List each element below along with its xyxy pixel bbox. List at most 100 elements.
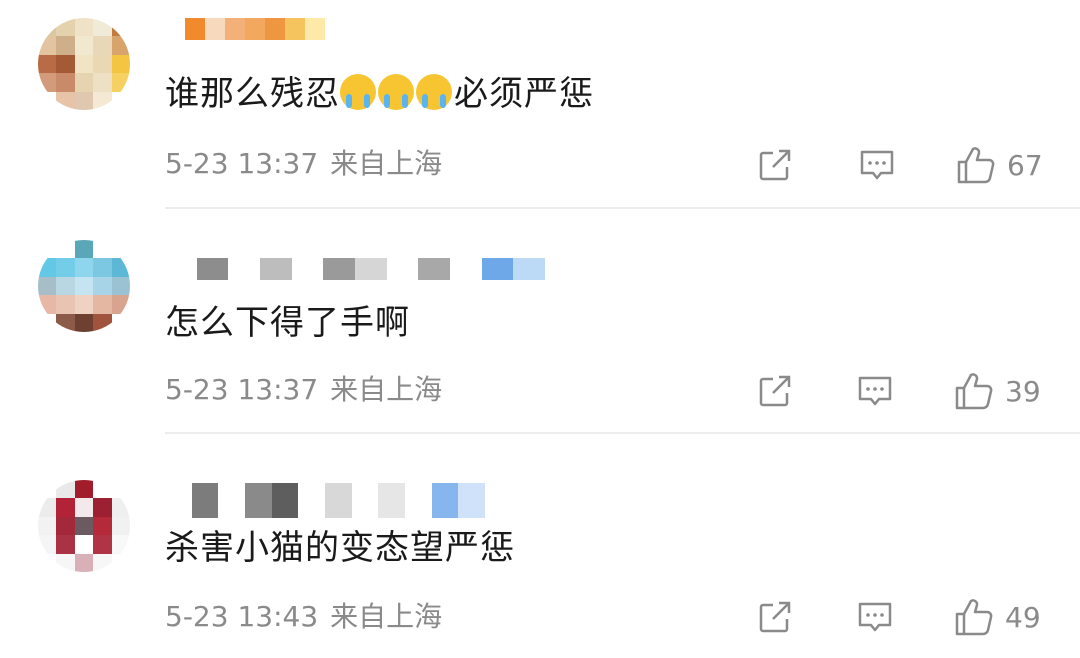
- divider: [165, 207, 1080, 209]
- like-button[interactable]: 67: [955, 145, 1043, 185]
- avatar-pixel: [38, 54, 57, 74]
- avatar-pixel: [38, 91, 57, 110]
- avatar-pixel: [111, 276, 130, 296]
- avatar-pixel: [111, 516, 130, 536]
- username-pixel: [449, 258, 482, 280]
- avatar-pixel: [56, 73, 75, 92]
- avatar-pixel: [93, 553, 112, 572]
- comment-text: 怎么下得了手啊: [165, 303, 410, 343]
- thumbs-up-icon: [955, 373, 993, 410]
- avatar-pixel: [111, 36, 130, 55]
- username-pixel: [418, 258, 450, 280]
- avatar-pixel: [93, 276, 112, 296]
- avatar-pixel: [93, 516, 112, 536]
- avatar-pixel: [111, 553, 130, 572]
- avatar-pixel: [56, 313, 75, 332]
- avatar-pixel: [38, 36, 57, 55]
- comment-text: 杀害小猫的变态望严惩: [165, 528, 515, 568]
- avatar-pixel: [74, 258, 94, 277]
- avatar-pixel: [93, 258, 112, 277]
- username-pixel: [228, 258, 260, 280]
- username-pixel: [386, 258, 419, 280]
- avatar-pixel: [56, 480, 75, 499]
- username-pixel: [458, 483, 485, 518]
- thumbs-up-icon: [957, 147, 995, 184]
- avatar-pixel: [56, 258, 75, 277]
- like-count: 39: [1005, 374, 1041, 408]
- divider: [165, 432, 1080, 434]
- avatar-pixel: [56, 18, 75, 37]
- crying-face-emoji-icon: [416, 74, 452, 110]
- avatar[interactable]: [38, 18, 130, 110]
- avatar-pixel: [38, 535, 57, 554]
- username-blurred[interactable]: [165, 18, 325, 40]
- username-pixel: [285, 18, 305, 40]
- avatar-pixel: [74, 91, 94, 110]
- share-icon: [759, 375, 791, 407]
- avatar-pixel: [56, 516, 75, 536]
- reply-button[interactable]: [855, 597, 895, 637]
- comment-time: 5-23 13:37: [165, 147, 319, 180]
- username-pixel: [323, 258, 355, 280]
- comment-item: 杀害小猫的变态望严惩 5-23 13:43 来自上海 49: [0, 435, 1080, 658]
- comment-meta: 5-23 13:43 来自上海: [165, 601, 442, 633]
- avatar-pixel: [74, 553, 94, 572]
- avatar-pixel: [93, 18, 112, 37]
- reply-button[interactable]: [857, 145, 897, 185]
- comment-location: 来自上海: [330, 600, 443, 633]
- avatar-pixel: [74, 36, 94, 55]
- avatar-pixel: [56, 276, 75, 296]
- share-button[interactable]: [755, 597, 795, 637]
- avatar-pixel: [111, 480, 130, 499]
- avatar-pixel: [93, 54, 112, 74]
- avatar-pixel: [56, 535, 75, 554]
- avatar-pixel: [74, 276, 94, 296]
- avatar[interactable]: [38, 240, 130, 332]
- avatar-pixel: [74, 18, 94, 37]
- avatar-pixel: [38, 276, 57, 296]
- like-button[interactable]: 49: [953, 597, 1041, 637]
- share-icon: [759, 149, 791, 181]
- username-pixel: [218, 483, 245, 518]
- comment-actions: 67: [755, 145, 1055, 185]
- username-pixel: [225, 18, 245, 40]
- avatar-pixel: [56, 36, 75, 55]
- comment-location: 来自上海: [330, 147, 443, 180]
- username-pixel: [205, 18, 225, 40]
- username-blurred[interactable]: [165, 258, 545, 280]
- avatar-pixel: [93, 313, 112, 332]
- comment-actions: 49: [755, 597, 1055, 637]
- avatar-pixel: [93, 91, 112, 110]
- username-pixel: [513, 258, 545, 280]
- like-count: 49: [1005, 600, 1041, 634]
- share-button[interactable]: [755, 371, 795, 411]
- username-pixel: [291, 258, 324, 280]
- username-blurred[interactable]: [165, 483, 485, 518]
- avatar-pixel: [38, 18, 57, 37]
- username-pixel: [259, 258, 292, 280]
- avatar-pixel: [38, 313, 57, 332]
- avatar-pixel: [74, 240, 94, 259]
- username-pixel: [324, 483, 352, 518]
- avatar[interactable]: [38, 480, 130, 572]
- username-pixel: [354, 258, 387, 280]
- reply-button[interactable]: [855, 371, 895, 411]
- avatar-pixel: [74, 480, 94, 499]
- comment-meta: 5-23 13:37 来自上海: [165, 374, 442, 406]
- like-button[interactable]: 39: [953, 371, 1041, 411]
- comment-text: 谁那么残忍 必须严惩: [165, 74, 594, 114]
- username-pixel: [431, 483, 459, 518]
- share-button[interactable]: [755, 145, 795, 185]
- username-pixel: [271, 483, 299, 518]
- avatar-pixel: [38, 240, 57, 259]
- username-pixel: [404, 483, 432, 518]
- username-pixel: [298, 483, 325, 518]
- avatar-pixel: [93, 535, 112, 554]
- username-pixel: [191, 483, 219, 518]
- avatar-pixel: [38, 498, 57, 517]
- username-pixel: [378, 483, 405, 518]
- username-pixel: [196, 258, 229, 280]
- avatar-pixel: [93, 295, 112, 314]
- like-count: 67: [1007, 148, 1043, 182]
- username-pixel: [165, 18, 185, 40]
